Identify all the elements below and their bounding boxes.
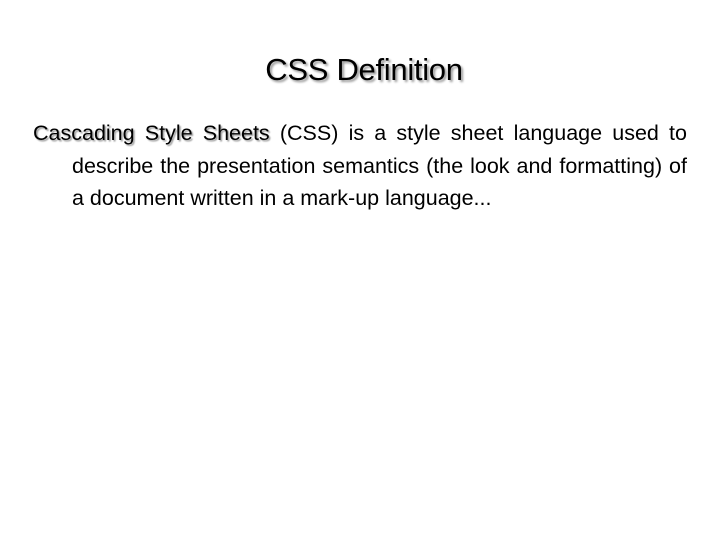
slide-title: CSS Definition: [265, 52, 463, 87]
defined-term: Cascading Style Sheets: [33, 121, 270, 145]
definition-paragraph: Cascading Style Sheets (CSS) is a style …: [33, 117, 687, 215]
definition-text: Cascading Style Sheets (CSS) is a style …: [33, 117, 687, 215]
